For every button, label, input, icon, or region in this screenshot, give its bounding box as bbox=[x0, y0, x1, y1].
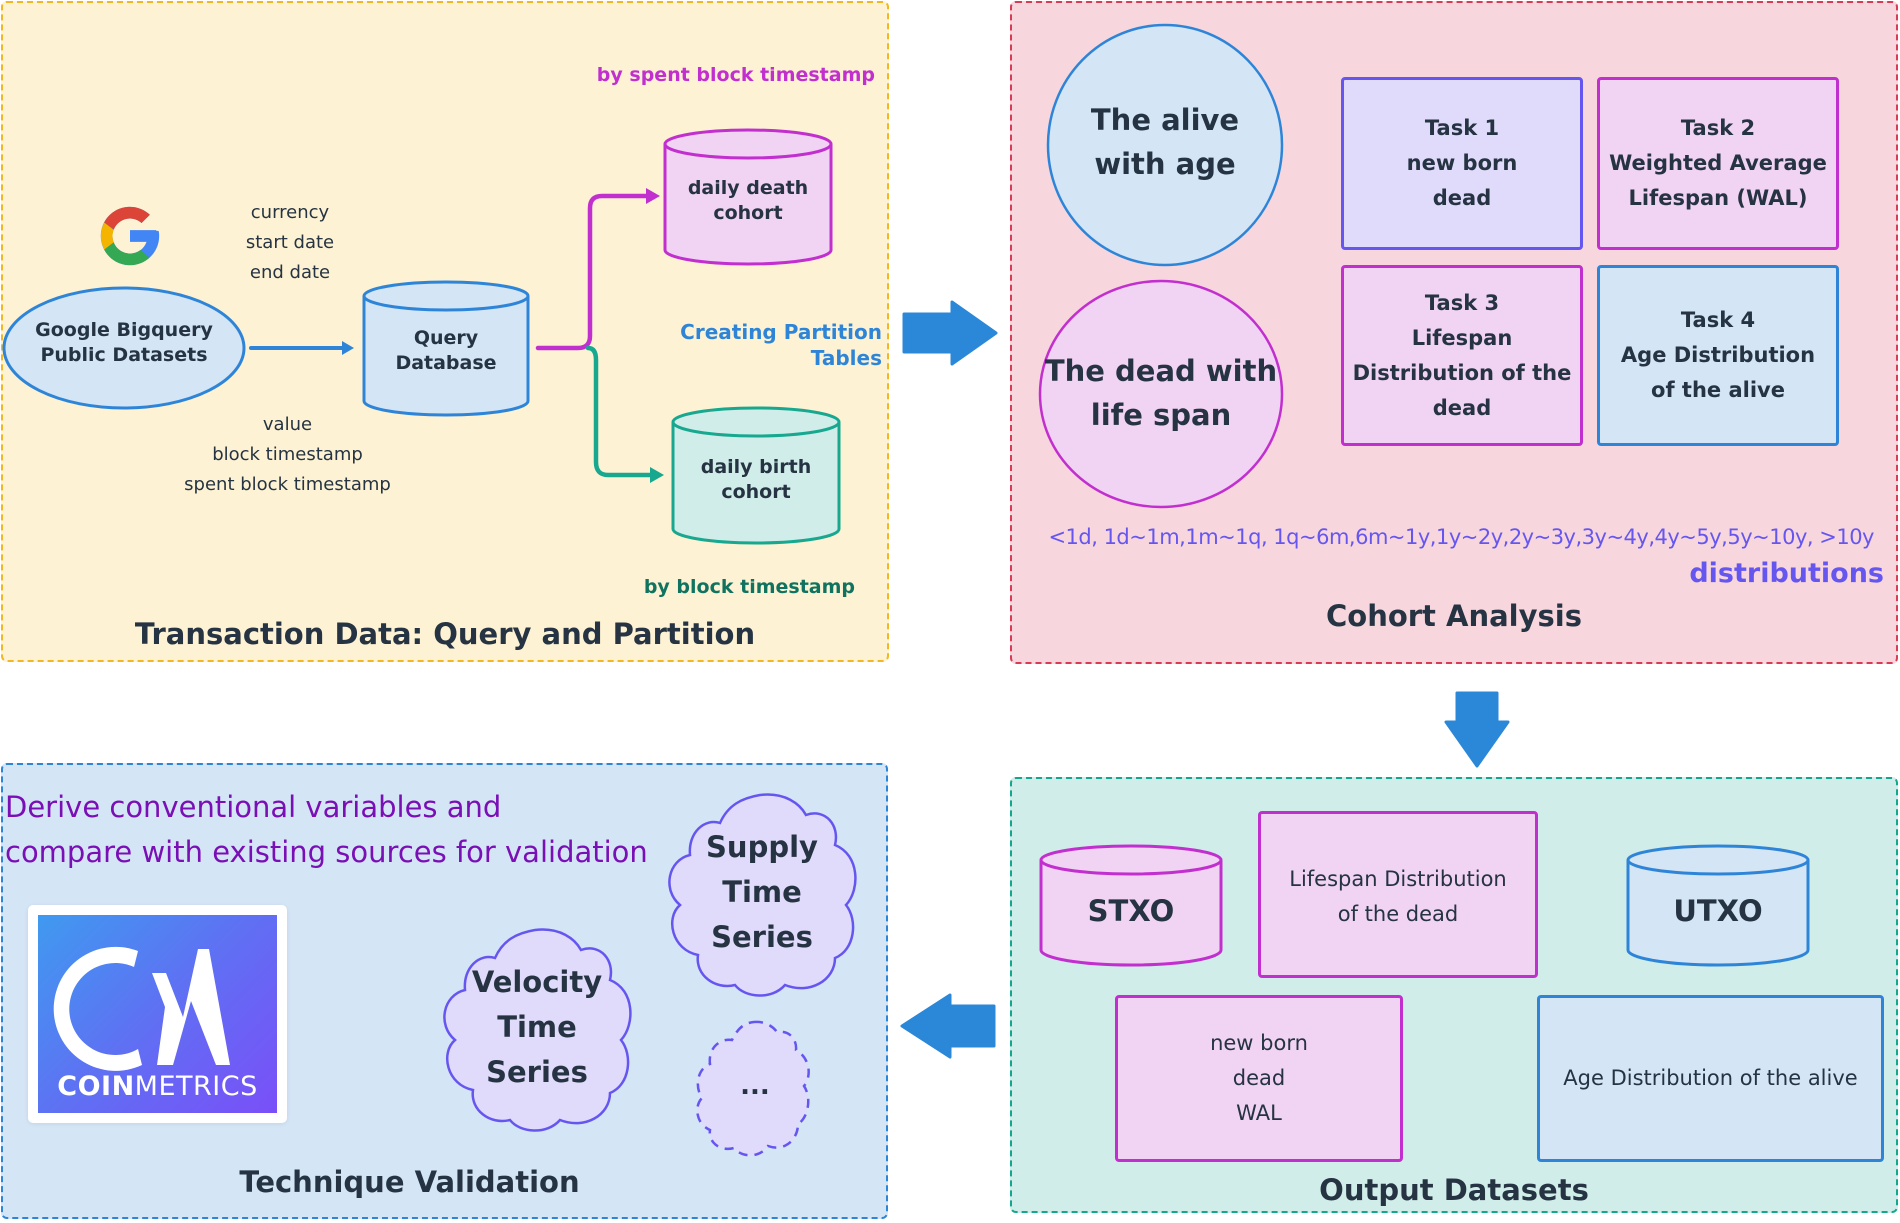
validation-panel-title: Technique Validation bbox=[239, 1165, 580, 1199]
bigquery-label: Google Bigquery Public Datasets bbox=[35, 319, 213, 366]
supply-time-series-label: Supply Time Series bbox=[706, 830, 818, 954]
coinmetrics-logo: COINMETRICS bbox=[28, 905, 287, 1123]
input-params: currency start date end date bbox=[245, 202, 335, 283]
flow-arrow-right bbox=[902, 300, 998, 366]
output-fields: value block timestamp spent block timest… bbox=[184, 414, 391, 495]
query-arrow bbox=[249, 341, 354, 355]
output-panel-title: Output Datasets bbox=[1319, 1173, 1589, 1207]
creating-partition-label: Creating Partition Tables bbox=[680, 320, 882, 370]
flow-arrow-left bbox=[900, 993, 996, 1059]
dead-label: The dead with life span bbox=[1044, 354, 1278, 432]
cm-logo-mark-icon bbox=[53, 946, 230, 1071]
stxo-label: STXO bbox=[1087, 894, 1175, 928]
task-1-box: Task 1 new born dead bbox=[1341, 77, 1583, 250]
task-4-box: Task 4 Age Distribution of the alive bbox=[1597, 265, 1839, 446]
utxo-label: UTXO bbox=[1673, 894, 1763, 928]
coinmetrics-light-text: METRICS bbox=[134, 1071, 258, 1102]
age-distribution-box: Age Distribution of the alive bbox=[1537, 995, 1884, 1162]
query-database-label: Query Database bbox=[395, 327, 497, 374]
coinmetrics-bold-text: COIN bbox=[57, 1071, 135, 1102]
transaction-panel-title: Transaction Data: Query and Partition bbox=[134, 617, 756, 651]
newborn-dead-wal-box: new born dead WAL bbox=[1115, 995, 1403, 1162]
distribution-buckets: <1d, 1d~1m,1m~1q, 1q~6m,6m~1y,1y~2y,2y~3… bbox=[1048, 525, 1874, 549]
daily-birth-cohort-label: daily birth cohort bbox=[700, 456, 812, 503]
google-g-icon bbox=[100, 206, 160, 266]
validation-description: Derive conventional variables and compar… bbox=[5, 790, 648, 869]
daily-death-cohort-label: daily death cohort bbox=[687, 177, 809, 224]
more-cloud-label: ... bbox=[740, 1071, 770, 1101]
task-2-box: Task 2 Weighted Average Lifespan (WAL) bbox=[1597, 77, 1839, 250]
cohort-panel-title: Cohort Analysis bbox=[1325, 599, 1582, 633]
velocity-time-series-label: Velocity Time Series bbox=[471, 965, 603, 1089]
task-3-box: Task 3 Lifespan Distribution of the dead bbox=[1341, 265, 1583, 446]
distributions-label: distributions bbox=[1689, 558, 1884, 589]
partition-key-death: by spent block timestamp bbox=[596, 64, 875, 86]
lifespan-distribution-box: Lifespan Distribution of the dead bbox=[1258, 811, 1538, 978]
alive-label: The alive with age bbox=[1090, 103, 1240, 181]
flow-arrow-down bbox=[1444, 691, 1510, 768]
partition-key-birth: by block timestamp bbox=[643, 576, 855, 598]
